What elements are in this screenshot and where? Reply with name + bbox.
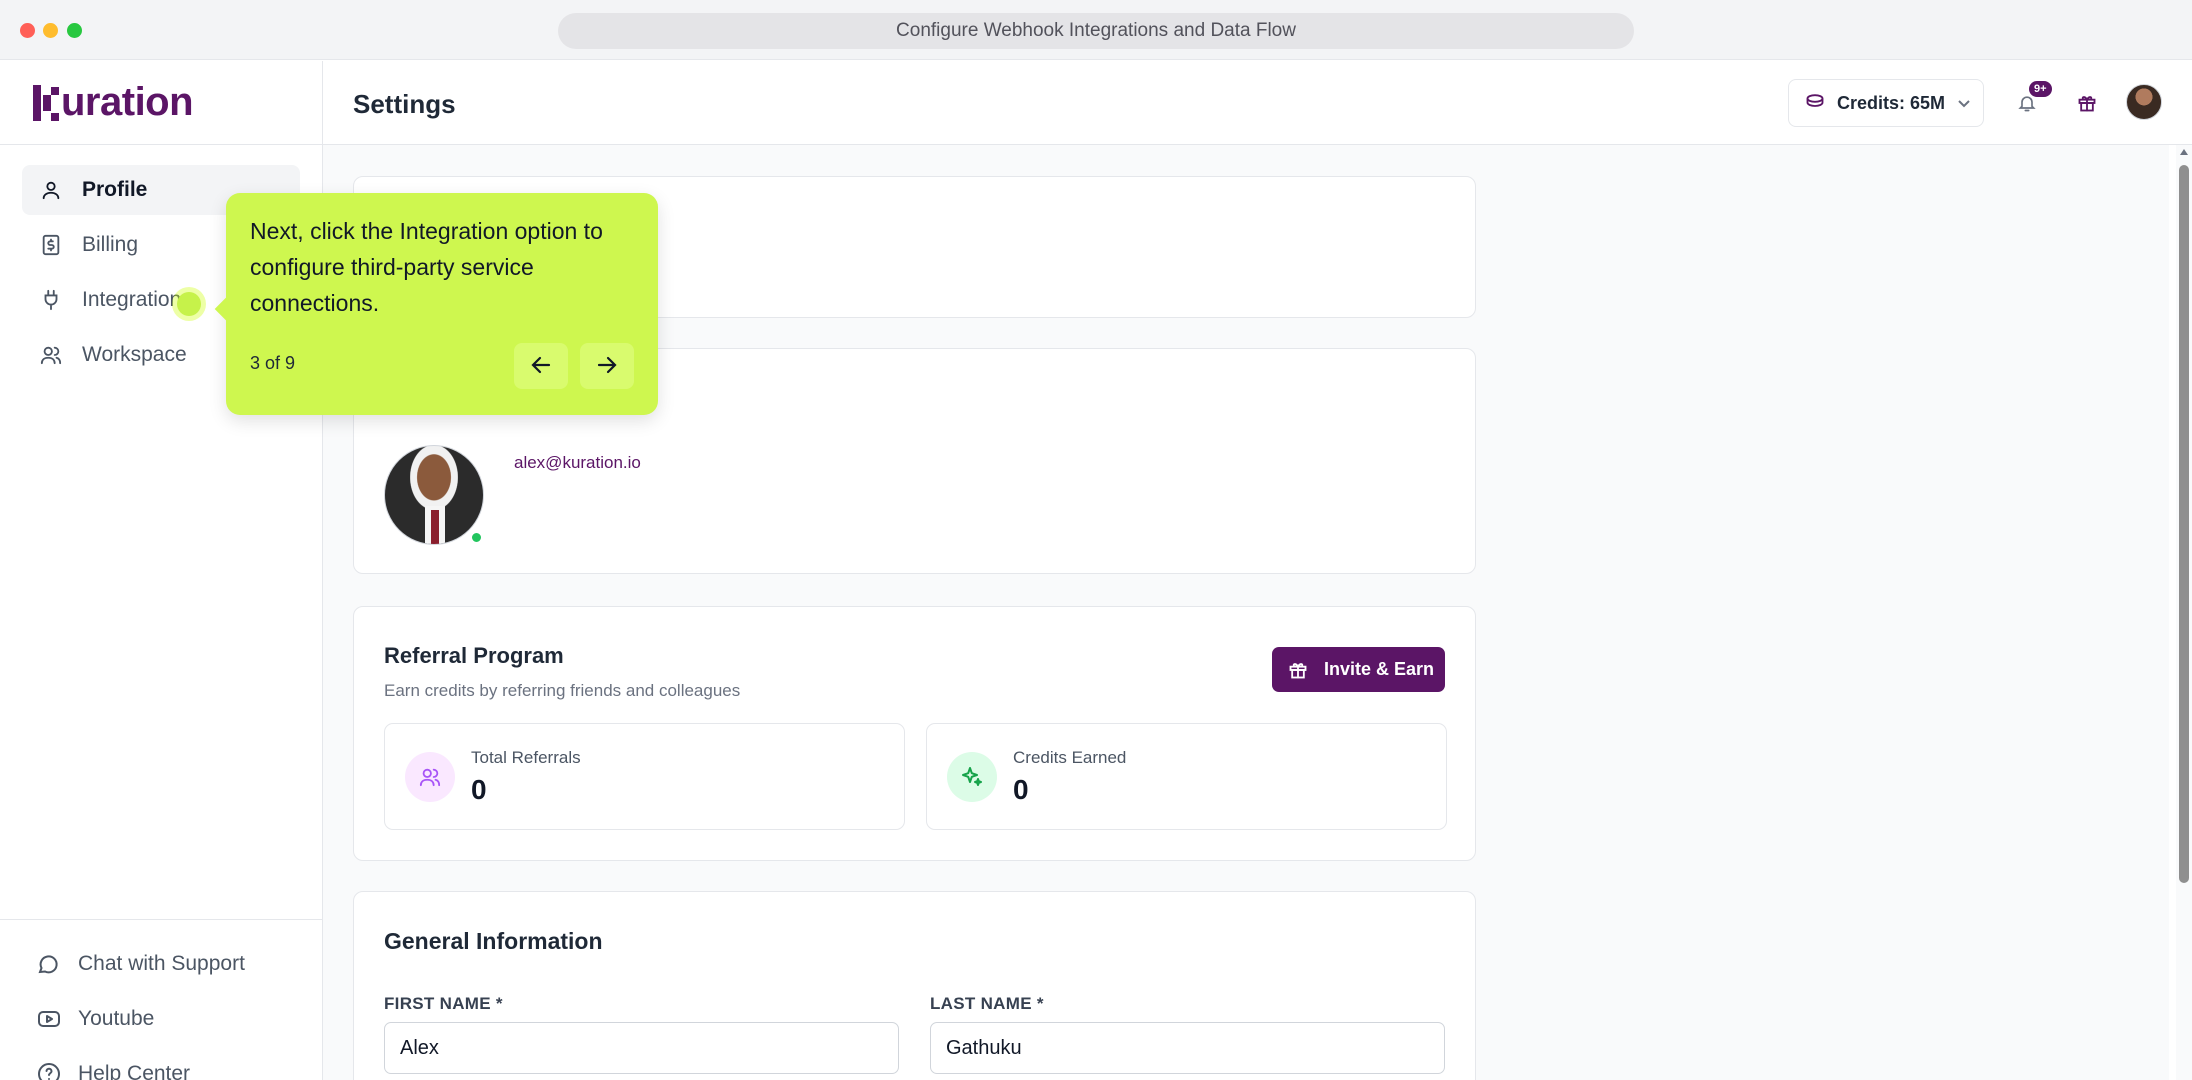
gift-icon <box>1288 660 1308 680</box>
main-scrollbar[interactable] <box>2176 145 2192 1080</box>
stat-label: Total Referrals <box>471 748 581 767</box>
logo-area: uration <box>0 61 322 145</box>
stat-label: Credits Earned <box>1013 748 1127 767</box>
notification-badge: 9+ <box>2029 81 2052 97</box>
scrollbar-thumb[interactable] <box>2179 165 2189 883</box>
total-referrals-stat: Total Referrals 0 <box>384 723 905 830</box>
arrow-left-icon <box>531 356 551 377</box>
maximize-window-button[interactable] <box>67 23 82 38</box>
kuration-logo[interactable]: uration <box>33 80 194 125</box>
sidebar-item-label: Integration <box>82 288 182 311</box>
gift-icon[interactable] <box>2073 89 2101 117</box>
first-name-label: FIRST NAME * <box>384 994 503 1013</box>
sparkles-icon <box>947 752 997 802</box>
help-center-label: Help Center <box>78 1061 191 1080</box>
user-avatar[interactable] <box>2126 84 2162 120</box>
referral-description: Earn credits by referring friends and co… <box>384 681 741 700</box>
page-title: Settings <box>353 89 456 119</box>
user-icon <box>38 177 64 203</box>
tour-tooltip: Next, click the Integration option to co… <box>226 193 658 415</box>
stat-value: 0 <box>471 774 487 805</box>
general-info-title: General Information <box>384 928 603 954</box>
close-window-button[interactable] <box>20 23 35 38</box>
last-name-field[interactable] <box>930 1022 1445 1074</box>
tooltip-previous-button[interactable] <box>514 343 568 389</box>
sidebar-item-label: Workspace <box>82 343 187 366</box>
help-center-link[interactable]: Help Center <box>36 1046 322 1080</box>
plug-icon <box>38 287 64 313</box>
sidebar-footer: Chat with Support Youtube Help Center <box>0 919 322 1080</box>
minimize-window-button[interactable] <box>43 23 58 38</box>
tour-hotspot[interactable] <box>172 287 206 321</box>
help-circle-icon <box>36 1061 62 1080</box>
logo-k-mark <box>33 84 59 121</box>
referral-title: Referral Program <box>384 643 564 668</box>
chat-bubble-icon <box>36 951 62 977</box>
tooltip-step-counter: 3 of 9 <box>250 353 296 373</box>
logo-text: uration <box>61 80 194 124</box>
youtube-link[interactable]: Youtube <box>36 991 322 1046</box>
users-icon <box>38 342 64 368</box>
stat-value: 0 <box>1013 774 1029 805</box>
chat-with-support-label: Chat with Support <box>78 951 245 975</box>
credits-earned-stat: Credits Earned 0 <box>926 723 1447 830</box>
youtube-icon <box>36 1006 62 1032</box>
tooltip-next-button[interactable] <box>580 343 634 389</box>
chat-with-support-link[interactable]: Chat with Support <box>36 936 322 991</box>
profile-avatar[interactable] <box>384 445 484 545</box>
chevron-down-icon <box>1957 93 1971 114</box>
invite-and-earn-button[interactable]: Invite & Earn <box>1272 647 1445 692</box>
last-name-label: LAST NAME * <box>930 994 1044 1013</box>
window-titlebar: Configure Webhook Integrations and Data … <box>0 0 2192 60</box>
youtube-label: Youtube <box>78 1006 155 1030</box>
online-status-dot <box>470 531 483 544</box>
window-title: Configure Webhook Integrations and Data … <box>558 13 1634 49</box>
tooltip-message: Next, click the Integration option to co… <box>250 218 603 316</box>
users-icon <box>405 752 455 802</box>
profile-email: alex@kuration.io <box>514 453 641 472</box>
invite-button-label: Invite & Earn <box>1324 659 1435 679</box>
arrow-right-icon <box>597 356 617 377</box>
general-information-card: General Information FIRST NAME * LAST NA… <box>353 891 1476 1080</box>
referral-program-card: Referral Program Earn credits by referri… <box>353 606 1476 861</box>
top-header: Settings Credits: 65M 9+ <box>323 61 2192 145</box>
credits-dropdown[interactable]: Credits: 65M <box>1788 79 1984 127</box>
receipt-dollar-icon <box>38 232 64 258</box>
credits-label: Credits: 65M <box>1837 92 1946 113</box>
first-name-field[interactable] <box>384 1022 899 1074</box>
sidebar-item-label: Profile <box>82 178 148 201</box>
sidebar-item-label: Billing <box>82 233 139 256</box>
coins-icon <box>1805 92 1825 115</box>
scroll-up-arrow-icon[interactable] <box>2180 149 2188 155</box>
